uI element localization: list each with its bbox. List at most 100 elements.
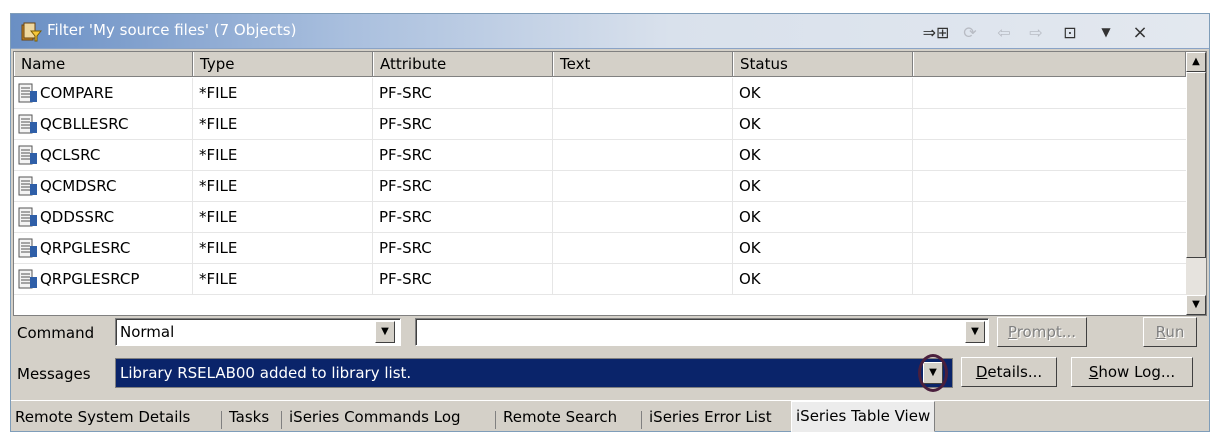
tab-iseries-error-list[interactable]: iSeries Error List xyxy=(645,403,776,431)
tab-separator xyxy=(495,411,496,429)
cell-type: *FILE xyxy=(193,202,373,233)
cell-text xyxy=(553,171,733,202)
table-row[interactable]: QRPGLESRC *FILE PF-SRC OK xyxy=(14,233,1186,264)
column-header-filler xyxy=(913,52,1186,76)
object-name: QCMDSRC xyxy=(40,177,117,195)
cell-attribute: PF-SRC xyxy=(373,140,553,171)
source-file-icon xyxy=(18,269,37,289)
command-label: Command xyxy=(17,324,95,342)
table-row[interactable]: COMPARE *FILE PF-SRC OK xyxy=(14,78,1186,109)
cell-name: COMPARE xyxy=(14,78,193,109)
command-mode-select[interactable]: Normal xyxy=(115,318,401,346)
tab-remote-search[interactable]: Remote Search xyxy=(499,403,621,431)
objects-table: Name Type Attribute Text Status COMPARE … xyxy=(13,51,1207,316)
cell-text xyxy=(553,78,733,109)
cell-status: OK xyxy=(733,233,913,264)
link-with-editor-icon[interactable]: ⇒⊞ xyxy=(923,20,950,44)
scroll-up-icon[interactable]: ▲ xyxy=(1186,52,1206,72)
table-row[interactable]: QCMDSRC *FILE PF-SRC OK xyxy=(14,171,1186,202)
cell-attribute: PF-SRC xyxy=(373,264,553,295)
messages-field[interactable]: Library RSELAB00 added to library list. xyxy=(115,358,953,388)
column-header-status[interactable]: Status xyxy=(733,52,913,76)
cell-attribute: PF-SRC xyxy=(373,78,553,109)
command-mode-value: Normal xyxy=(120,323,175,341)
cell-type: *FILE xyxy=(193,264,373,295)
source-file-icon xyxy=(18,238,37,258)
source-file-icon xyxy=(18,83,37,103)
source-file-icon xyxy=(18,176,37,196)
cell-status: OK xyxy=(733,109,913,140)
highlight-circle xyxy=(918,354,948,392)
details-button[interactable]: Details... xyxy=(961,357,1057,387)
cell-attribute: PF-SRC xyxy=(373,171,553,202)
command-mode-dropdown-icon[interactable]: ▼ xyxy=(375,321,395,343)
column-header-attribute[interactable]: Attribute xyxy=(373,52,553,76)
tab-iseries-commands-log[interactable]: iSeries Commands Log xyxy=(285,403,465,431)
tab-separator xyxy=(221,411,222,429)
view-title-bar: Filter 'My source files' (7 Objects) ⇒⊞ … xyxy=(11,14,1209,49)
command-history-dropdown-icon[interactable]: ▼ xyxy=(965,321,985,343)
object-name: QDDSSRC xyxy=(40,208,115,226)
cell-type: *FILE xyxy=(193,140,373,171)
cell-name: QCLSRC xyxy=(14,140,193,171)
back-icon[interactable]: ⇦ xyxy=(991,20,1017,44)
cell-name: QCMDSRC xyxy=(14,171,193,202)
tab-iseries-table-view[interactable]: iSeries Table View xyxy=(791,401,936,432)
run-button[interactable]: Run xyxy=(1143,317,1197,347)
column-header-text[interactable]: Text xyxy=(553,52,733,76)
cell-type: *FILE xyxy=(193,171,373,202)
column-header-name[interactable]: Name xyxy=(14,52,193,76)
cell-text xyxy=(553,202,733,233)
column-header-type[interactable]: Type xyxy=(193,52,373,76)
tab-remote-system-details[interactable]: Remote System Details xyxy=(11,403,194,431)
close-icon[interactable]: × xyxy=(1127,20,1153,44)
cell-status: OK xyxy=(733,140,913,171)
table-header: Name Type Attribute Text Status xyxy=(14,52,1186,77)
view-title: Filter 'My source files' (7 Objects) xyxy=(47,21,297,39)
cell-status: OK xyxy=(733,202,913,233)
table-row[interactable]: QCLSRC *FILE PF-SRC OK xyxy=(14,140,1186,171)
view-tabs: Remote System Details Tasks iSeries Comm… xyxy=(11,400,1209,432)
table-row[interactable]: QRPGLESRCP *FILE PF-SRC OK xyxy=(14,264,1186,295)
table-row[interactable]: QDDSSRC *FILE PF-SRC OK xyxy=(14,202,1186,233)
table-vertical-scrollbar[interactable]: ▲ ▼ xyxy=(1186,52,1206,315)
forward-icon[interactable]: ⇨ xyxy=(1023,20,1049,44)
tab-separator xyxy=(281,411,282,429)
prompt-button[interactable]: Prompt... xyxy=(997,317,1087,347)
cell-text xyxy=(553,233,733,264)
cell-status: OK xyxy=(733,171,913,202)
refresh-icon[interactable]: ⟳ xyxy=(957,20,983,44)
messages-label: Messages xyxy=(17,365,91,383)
view-menu-icon[interactable]: ▼ xyxy=(1093,20,1119,44)
cell-type: *FILE xyxy=(193,109,373,140)
tab-tasks[interactable]: Tasks xyxy=(225,403,273,431)
scrollbar-thumb[interactable] xyxy=(1186,72,1206,258)
scroll-down-icon[interactable]: ▼ xyxy=(1186,295,1206,315)
cell-name: QRPGLESRCP xyxy=(14,264,193,295)
cell-type: *FILE xyxy=(193,233,373,264)
cell-name: QCBLLESRC xyxy=(14,109,193,140)
cell-name: QRPGLESRC xyxy=(14,233,193,264)
cell-text xyxy=(553,140,733,171)
cell-text xyxy=(553,109,733,140)
filter-objects-icon xyxy=(21,22,42,42)
source-file-icon xyxy=(18,114,37,134)
object-name: COMPARE xyxy=(40,84,114,102)
show-log-button[interactable]: Show Log... xyxy=(1071,357,1193,387)
cell-type: *FILE xyxy=(193,78,373,109)
object-name: QCLSRC xyxy=(40,146,101,164)
source-file-icon xyxy=(18,207,37,227)
cell-attribute: PF-SRC xyxy=(373,109,553,140)
table-row[interactable]: QCBLLESRC *FILE PF-SRC OK xyxy=(14,109,1186,140)
object-name: QCBLLESRC xyxy=(40,115,129,133)
iseries-table-view-panel: Filter 'My source files' (7 Objects) ⇒⊞ … xyxy=(10,13,1210,432)
command-input[interactable] xyxy=(415,318,989,346)
object-name: QRPGLESRC xyxy=(40,239,131,257)
cell-status: OK xyxy=(733,78,913,109)
object-name: QRPGLESRCP xyxy=(40,270,140,288)
cell-text xyxy=(553,264,733,295)
cell-name: QDDSSRC xyxy=(14,202,193,233)
cell-attribute: PF-SRC xyxy=(373,202,553,233)
up-level-icon[interactable]: ⊡ xyxy=(1057,20,1083,44)
source-file-icon xyxy=(18,145,37,165)
